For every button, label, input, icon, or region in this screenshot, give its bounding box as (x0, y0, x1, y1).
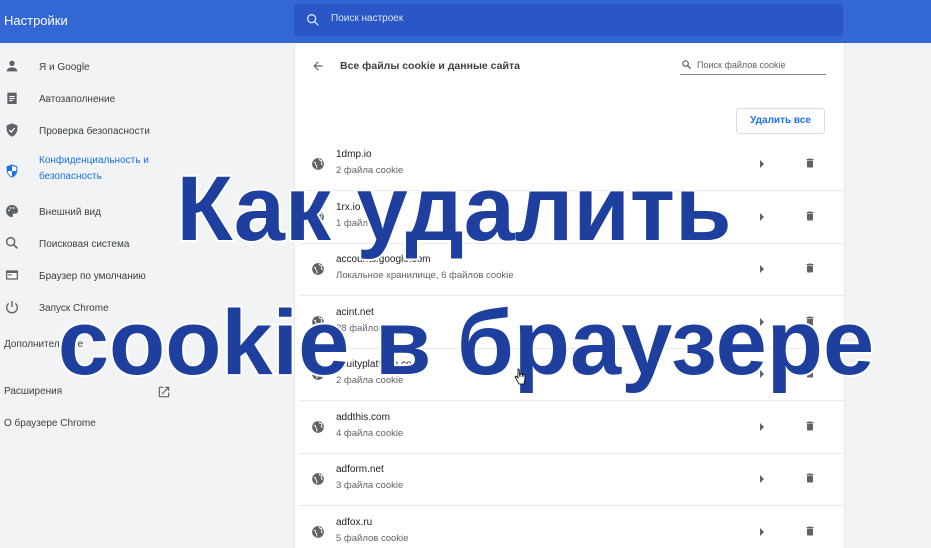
extensions-link[interactable]: Расширения (4, 386, 62, 397)
cookie-site-row[interactable]: acuityplatform.com 2 файла cookie (299, 349, 844, 401)
globe-icon (312, 315, 324, 328)
site-cookie-count: 5 файлов cookie (336, 532, 409, 544)
search-icon (682, 60, 692, 70)
person-icon (6, 60, 18, 72)
palette-icon (6, 205, 18, 217)
page-title: Все файлы cookie и данные сайта (340, 60, 520, 72)
about-chrome-link[interactable]: О браузере Chrome (4, 418, 96, 429)
sidebar-item-safety-check[interactable]: Проверка безопасности (0, 116, 294, 144)
sidebar-item-you-and-google[interactable]: Я и Google (0, 52, 294, 80)
trash-icon[interactable] (804, 524, 816, 538)
cookie-site-row[interactable]: 1rx.io 1 файл cookie (299, 192, 844, 244)
globe-icon (312, 158, 324, 170)
trash-icon[interactable] (804, 366, 816, 380)
trash-icon[interactable] (804, 471, 816, 485)
advanced-section-toggle[interactable]: Дополнительные (4, 339, 83, 350)
search-icon (5, 236, 18, 249)
trash-icon[interactable] (804, 156, 816, 170)
cookie-search-input[interactable]: Поиск файлов cookie (680, 57, 826, 75)
site-domain: adform.net (336, 464, 384, 475)
cookie-site-row[interactable]: adfox.ru 5 файлов cookie (299, 507, 844, 548)
mouse-pointer-icon (514, 368, 526, 385)
browser-icon (6, 270, 18, 280)
site-domain: accounts.google.com (336, 254, 431, 265)
cookie-site-row[interactable]: accounts.google.com Локальное хранилище, … (299, 244, 844, 296)
cookie-site-row[interactable]: 1dmp.io 2 файла cookie (299, 139, 844, 191)
trash-icon[interactable] (804, 314, 816, 328)
sidebar-item-label: Поисковая система (39, 239, 130, 250)
cookie-search-placeholder: Поиск файлов cookie (697, 60, 786, 70)
sidebar-item-autofill[interactable]: Автозаполнение (0, 84, 294, 112)
top-bar: Настройки Поиск настроек (0, 0, 931, 43)
sidebar-item-label: Браузер по умолчанию (39, 271, 146, 282)
sidebar-item-privacy[interactable]: Конфиденциальность и безопасность (0, 149, 294, 185)
sidebar: Я и Google Автозаполнение Проверка безоп… (0, 43, 294, 548)
site-cookie-count: 1 файл cookie (336, 217, 398, 229)
site-cookie-count: Локальное хранилище, 6 файлов cookie (336, 270, 514, 281)
site-domain: 1dmp.io (336, 149, 372, 160)
shield-icon (6, 123, 18, 137)
sidebar-item-label: Внешний вид (39, 207, 101, 218)
sidebar-item-default-browser[interactable]: Браузер по умолчанию (0, 261, 294, 289)
expand-arrow-icon[interactable] (758, 527, 766, 537)
site-cookie-count: 2 файла cookie (336, 165, 404, 176)
sidebar-item-appearance[interactable]: Внешний вид (0, 197, 294, 225)
sidebar-item-search-engine[interactable]: Поисковая система (0, 229, 294, 257)
sidebar-item-label: Конфиденциальность и безопасность (39, 155, 149, 182)
app-title: Настройки (4, 13, 68, 28)
trash-icon[interactable] (804, 261, 816, 275)
site-domain: addthis.com (336, 411, 390, 423)
cookie-site-row[interactable]: adform.net 3 файла cookie (299, 454, 844, 506)
site-cookie-count: 2 файла cookie (336, 375, 404, 386)
expand-arrow-icon[interactable] (758, 264, 766, 274)
trash-icon[interactable] (804, 209, 816, 223)
sidebar-item-on-startup[interactable]: Запуск Chrome (0, 293, 294, 321)
cookie-site-row[interactable]: addthis.com 4 файла cookie (299, 402, 844, 454)
back-arrow-icon[interactable] (311, 59, 325, 73)
sidebar-item-label: Автозаполнение (39, 94, 116, 105)
search-icon (307, 13, 319, 26)
delete-all-button[interactable]: Удалить все (736, 108, 825, 134)
expand-arrow-icon[interactable] (758, 474, 766, 484)
expand-arrow-icon[interactable] (758, 317, 766, 327)
globe-icon (312, 210, 324, 223)
expand-arrow-icon[interactable] (758, 159, 766, 169)
settings-search-input[interactable]: Поиск настроек (294, 4, 843, 36)
sidebar-item-label: Запуск Chrome (39, 303, 109, 314)
globe-icon (312, 525, 324, 538)
globe-icon (312, 368, 324, 380)
site-domain: 1rx.io (336, 201, 361, 213)
site-domain: adfox.ru (336, 516, 373, 528)
sidebar-item-label: Я и Google (39, 62, 90, 73)
sidebar-item-label: Проверка безопасности (39, 126, 150, 137)
site-domain: acint.net (336, 306, 374, 318)
expand-arrow-icon[interactable] (758, 212, 766, 222)
open-in-new-icon[interactable] (157, 385, 171, 399)
clipboard-icon (7, 92, 17, 104)
site-cookie-count: 4 файла cookie (336, 427, 404, 439)
trash-icon[interactable] (804, 419, 816, 433)
site-cookie-count: 3 файла cookie (336, 480, 404, 491)
globe-icon (312, 420, 324, 433)
search-placeholder: Поиск настроек (331, 13, 404, 24)
expand-arrow-icon[interactable] (758, 422, 766, 432)
globe-icon (312, 263, 324, 275)
globe-icon (312, 473, 324, 485)
privacy-shield-icon (6, 164, 18, 178)
cookie-site-row[interactable]: acint.net 28 файлов cookie (299, 297, 844, 349)
expand-arrow-icon[interactable] (758, 369, 766, 379)
cookies-card: Все файлы cookie и данные сайта Поиск фа… (295, 43, 844, 548)
site-cookie-count: 28 файлов cookie (336, 322, 414, 334)
power-icon (6, 301, 18, 314)
site-domain: acuityplatform.com (336, 359, 420, 370)
